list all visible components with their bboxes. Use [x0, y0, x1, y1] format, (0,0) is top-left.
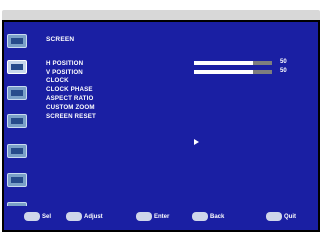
menu-item-custom-zoom[interactable]: CUSTOM ZOOM [46, 104, 95, 111]
h-position-slider[interactable] [194, 61, 272, 65]
footer-sel-label: Sel [42, 214, 52, 220]
osd-content: SCREEN H POSITION 50 V POSITION 50 CLOCK… [34, 24, 314, 200]
osd-icon[interactable] [7, 144, 27, 158]
select-key-icon [24, 212, 40, 221]
multi-input-icon[interactable] [7, 173, 27, 187]
menu-item-v-position[interactable]: V POSITION [46, 69, 83, 76]
adjust-key-icon [66, 212, 82, 221]
menu-item-clock-phase[interactable]: CLOCK PHASE [46, 86, 93, 93]
osd-footer: Sel Adjust Enter Back Quit [4, 206, 318, 228]
menu-item-clock[interactable]: CLOCK [46, 77, 69, 84]
menu-item-h-position[interactable]: H POSITION [46, 60, 83, 67]
schedule-icon[interactable] [7, 114, 27, 128]
footer-back-label: Back [210, 214, 225, 220]
audio-icon[interactable] [7, 86, 27, 100]
screen-icon[interactable] [7, 60, 27, 74]
h-position-slider-fill [194, 61, 253, 65]
v-position-slider[interactable] [194, 70, 272, 74]
v-position-value: 50 [280, 68, 287, 74]
v-position-slider-fill [194, 70, 253, 74]
page-title: SCREEN [46, 36, 75, 43]
enter-key-icon [136, 212, 152, 221]
back-key-icon [192, 212, 208, 221]
menu-item-aspect-ratio[interactable]: ASPECT RATIO [46, 95, 93, 102]
footer-adjust-label: Adjust [84, 214, 103, 220]
picture-icon[interactable] [7, 34, 27, 48]
footer-quit-label: Quit [284, 214, 296, 220]
osd-sidebar [4, 22, 30, 228]
h-position-value: 50 [280, 59, 287, 65]
menu-item-screen-reset[interactable]: SCREEN RESET [46, 113, 96, 120]
footer-enter-label: Enter [154, 214, 170, 220]
quit-key-icon [266, 212, 282, 221]
submenu-arrow-icon [194, 139, 199, 145]
